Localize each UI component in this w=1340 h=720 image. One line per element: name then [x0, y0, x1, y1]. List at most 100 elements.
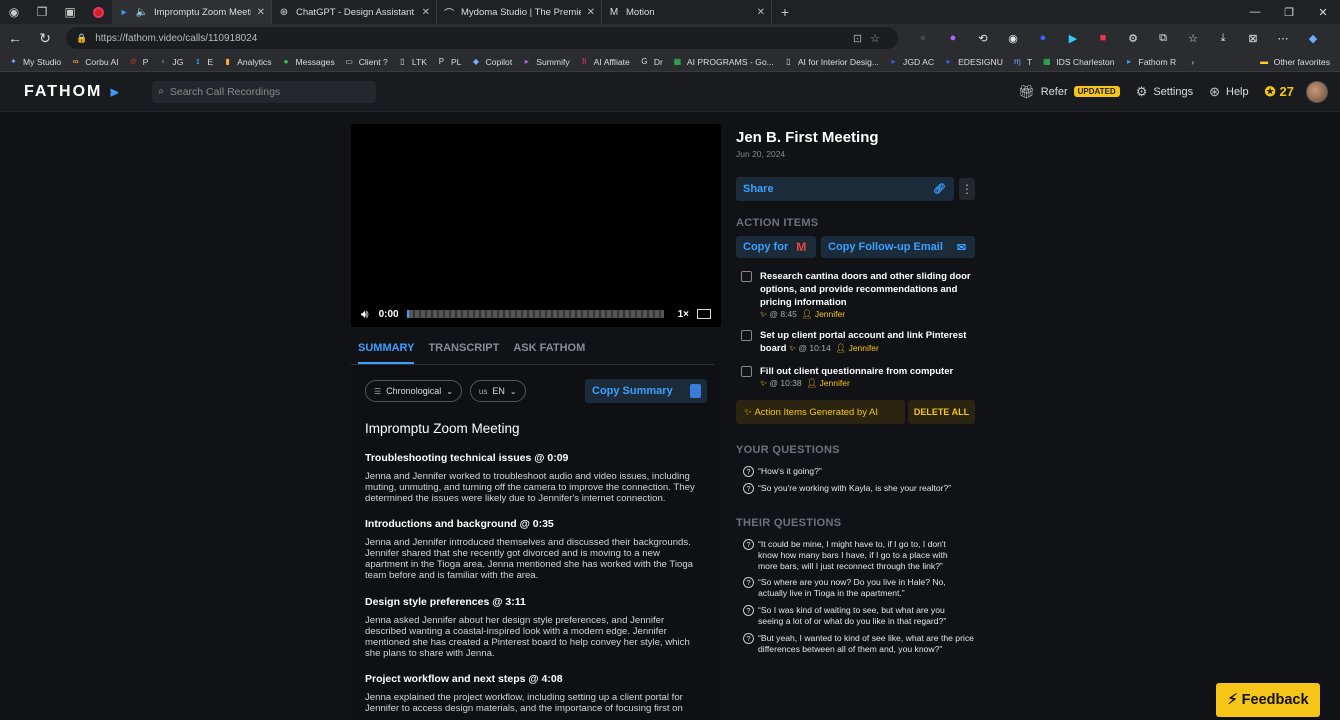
bookmark-3[interactable]: ◦ JG — [157, 56, 183, 67]
extension-icon[interactable]: ● — [1028, 32, 1058, 45]
action-item-checkbox[interactable] — [741, 330, 752, 341]
search-input[interactable]: ⌕ Search Call Recordings — [152, 80, 377, 103]
video-player[interactable] — [351, 124, 721, 327]
extension-icon[interactable]: ▶ — [1058, 32, 1088, 45]
share-button[interactable]: Share 🔗︎ — [736, 177, 954, 201]
copy-summary-button[interactable]: Copy Summary — [585, 379, 707, 403]
close-icon[interactable]: ✕ — [587, 7, 595, 18]
bookmark-13[interactable]: G Dr — [639, 56, 663, 67]
link-icon[interactable]: 🔗︎ — [933, 184, 946, 195]
bookmark-4[interactable]: ɪE — [192, 56, 213, 67]
bookmark-14[interactable]: ▦ AI PROGRAMS - Go... — [672, 56, 774, 67]
sort-dropdown[interactable]: ☰ Chronological ⌄ — [365, 380, 462, 402]
minimize-icon[interactable]: — — [1238, 6, 1272, 19]
extension-icon[interactable]: ⚙ — [1118, 32, 1148, 45]
bookmarks-overflow-icon[interactable]: › — [1191, 57, 1194, 67]
settings-button[interactable]: ⚙ Settings — [1136, 84, 1193, 100]
close-icon[interactable]: ✕ — [422, 7, 430, 18]
section-heading[interactable]: Design style preferences @ 3:11 — [365, 596, 705, 608]
extension-icon[interactable]: ■ — [1088, 32, 1118, 45]
bookmark-19[interactable]: ▦ IDS Charleston — [1041, 56, 1115, 67]
language-dropdown[interactable]: us EN ⌄ — [469, 380, 526, 402]
screenshot-icon[interactable]: ⊠ — [1238, 32, 1268, 45]
bookmark-16[interactable]: ▸ JGD AC — [888, 56, 935, 67]
tab-summary[interactable]: SUMMARY — [358, 338, 415, 364]
bookmark-15[interactable]: ▯ AI for Interior Desig... — [783, 56, 879, 67]
extension-icon[interactable]: ⟲ — [968, 32, 998, 45]
bookmark-8[interactable]: ▯ LTK — [397, 56, 427, 67]
bookmark-17[interactable]: ▸ EDESIGNU — [943, 56, 1003, 67]
copy-followup-email-button[interactable]: Copy Follow-up Email ✉ — [821, 236, 975, 258]
copy-for-gmail-button[interactable]: Copy for M — [736, 236, 816, 258]
bookmark-5[interactable]: ▮ Analytics — [222, 56, 271, 67]
action-item-time[interactable]: @ 8:45 — [769, 309, 797, 319]
download-icon[interactable]: ⤓ — [1208, 32, 1238, 45]
playback-speed[interactable]: 1× — [678, 309, 689, 320]
more-options-icon[interactable]: ⋮ — [959, 178, 975, 200]
tab-actions-icon[interactable]: ▣ — [56, 0, 84, 24]
video-scrubber[interactable] — [406, 310, 664, 318]
browser-tab-1[interactable]: ⊛ ChatGPT - Design Assistant ✕ — [272, 0, 437, 24]
bookmark-7[interactable]: ▭ Client ? — [344, 56, 387, 67]
bookmark-20[interactable]: ▸ Fathom R — [1124, 56, 1176, 67]
section-heading[interactable]: Project workflow and next steps @ 4:08 — [365, 673, 705, 685]
avatar[interactable] — [1306, 80, 1328, 103]
help-button[interactable]: ⊛ Help — [1209, 84, 1249, 100]
copilot-icon[interactable]: ◆ — [1298, 32, 1328, 45]
bookmark-18[interactable]: ɱT — [1012, 56, 1032, 67]
favorite-star-icon[interactable]: ⊡☆ — [853, 32, 888, 45]
refresh-icon[interactable]: ↻ — [30, 30, 60, 47]
recording-icon[interactable] — [84, 0, 112, 24]
close-icon[interactable]: ✕ — [257, 7, 265, 18]
browser-tab-2[interactable]: ⌒ Mydoma Studio | The Premier Pl ✕ — [437, 0, 602, 24]
question-item[interactable]: ? “But yeah, I wanted to kind of see like… — [743, 633, 983, 655]
feedback-button[interactable]: ⚡︎ Feedback — [1216, 683, 1320, 717]
close-icon[interactable]: ✕ — [757, 7, 765, 18]
browser-tab-0[interactable]: ▸ 🔈 Impromptu Zoom Meeting ✕ — [112, 0, 272, 24]
bookmark-10[interactable]: ◆ Copilot — [470, 56, 512, 67]
action-item-time[interactable]: @ 10:14 — [798, 343, 830, 353]
more-icon[interactable]: ⋯ — [1268, 32, 1298, 45]
section-heading[interactable]: Troubleshooting technical issues @ 0:09 — [365, 452, 705, 464]
bookmark-6[interactable]: ● Messages — [281, 56, 335, 67]
profile-icon[interactable]: ◉ — [0, 0, 28, 24]
restore-icon[interactable]: ❐ — [1272, 6, 1306, 19]
tab-transcript[interactable]: TRANSCRIPT — [428, 338, 499, 364]
close-window-icon[interactable]: ✕ — [1306, 6, 1340, 19]
question-item[interactable]: ? “How's it going?” — [743, 466, 983, 477]
browser-tab-3[interactable]: M Motion ✕ — [602, 0, 772, 24]
picture-in-picture-icon[interactable] — [697, 309, 711, 319]
question-item[interactable]: ? “So you're working with Kayla, is she y… — [743, 483, 983, 494]
speaker-icon[interactable]: 🔈 — [136, 6, 148, 18]
stars-counter[interactable]: ✪ 27 — [1265, 84, 1294, 100]
extension-icon[interactable]: ● — [908, 32, 938, 45]
bookmark-1[interactable]: ∞ Corbu AI — [70, 56, 119, 67]
fathom-logo[interactable]: FATHOM ⫸ — [24, 83, 120, 101]
puzzle-icon[interactable]: ⧉ — [1148, 32, 1178, 45]
back-icon[interactable]: ← — [0, 30, 30, 46]
favorites-icon[interactable]: ☆ — [1178, 32, 1208, 45]
action-item-checkbox[interactable] — [741, 271, 752, 282]
action-item: Fill out client questionnaire from compu… — [741, 365, 971, 389]
other-favorites[interactable]: ▬ Other favorites — [1259, 56, 1330, 67]
action-item-time[interactable]: @ 10:38 — [769, 378, 801, 388]
bookmark-2[interactable]: ℗ P — [128, 56, 148, 67]
question-item[interactable]: ? “It could be mine, I might have to, if … — [743, 539, 965, 572]
action-item-checkbox[interactable] — [741, 366, 752, 377]
refer-button[interactable]: 🎁︎ Refer UPDATED — [1018, 84, 1120, 100]
new-tab-button[interactable]: + — [772, 4, 798, 20]
volume-icon[interactable]: 🔊︎ — [361, 307, 369, 322]
bookmark-12[interactable]: ﬁ AI Affliate — [579, 56, 630, 67]
extension-icon[interactable]: ● — [938, 32, 968, 45]
bookmark-11[interactable]: ▸ Summify — [521, 56, 570, 67]
section-heading[interactable]: Introductions and background @ 0:35 — [365, 518, 705, 530]
bookmark-9[interactable]: P PL — [436, 56, 462, 67]
bookmark-0[interactable]: ✦ My Studio — [8, 56, 61, 67]
workspaces-icon[interactable]: ❐ — [28, 0, 56, 24]
question-item[interactable]: ? “So I was kind of waiting to see, but w… — [743, 605, 965, 627]
address-bar[interactable]: 🔒 https://fathom.video/calls/110918024 ⊡… — [66, 27, 898, 49]
tab-ask-fathom[interactable]: ASK FATHOM — [513, 338, 585, 364]
delete-all-button[interactable]: DELETE ALL — [908, 400, 975, 424]
extension-icon[interactable]: ◉ — [998, 32, 1028, 45]
question-item[interactable]: ? “So where are you now? Do you live in H… — [743, 577, 965, 599]
